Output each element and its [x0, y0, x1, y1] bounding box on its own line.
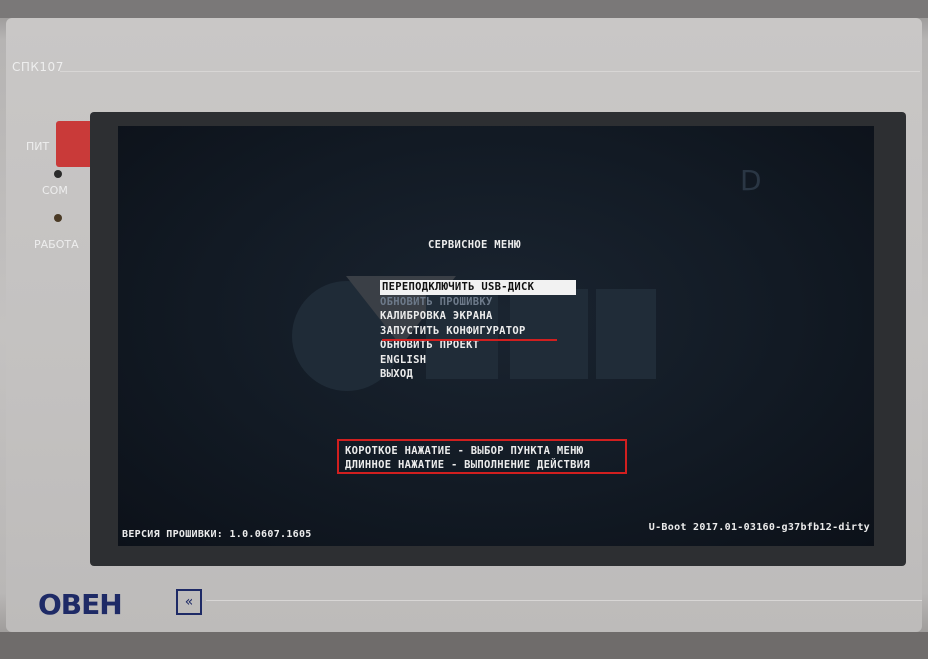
firmware-version: ВЕРСИЯ ПРОШИВКИ: 1.0.0607.1605 [122, 529, 312, 540]
com-led [54, 170, 62, 178]
photo-top-edge [0, 0, 928, 18]
touch-screen[interactable]: D СЕРВИСНОЕ МЕНЮ ПЕРЕПОДКЛЮЧИТЬ USB-ДИСК… [118, 126, 874, 546]
model-label: СПК107 [12, 60, 64, 74]
background-glyph: D [740, 164, 762, 197]
service-menu-list: ПЕРЕПОДКЛЮЧИТЬ USB-ДИСК ОБНОВИТЬ ПРОШИВК… [380, 280, 576, 382]
menu-item-update-firmware[interactable]: ОБНОВИТЬ ПРОШИВКУ [380, 295, 576, 310]
panel-divider-top [60, 71, 920, 72]
menu-item-english[interactable]: ENGLISH [380, 353, 576, 368]
highlight-underline [382, 339, 557, 341]
hint-long-press: ДЛИННОЕ НАЖАТИЕ - ВЫПОЛНЕНИЕ ДЕЙСТВИЯ [345, 459, 590, 471]
service-menu-title: СЕРВИСНОЕ МЕНЮ [428, 239, 521, 251]
background-logo-block [596, 289, 656, 379]
menu-item-exit[interactable]: ВЫХОД [380, 367, 576, 382]
chevron-left-icon: « [176, 589, 202, 615]
panel-divider-bottom [206, 600, 922, 601]
instructions-box: КОРОТКОЕ НАЖАТИЕ - ВЫБОР ПУНКТА МЕНЮ ДЛИ… [337, 439, 627, 474]
work-label: РАБОТА [34, 238, 79, 251]
photo-bottom-edge [0, 632, 928, 659]
com-label: COM [42, 184, 68, 197]
hint-short-press: КОРОТКОЕ НАЖАТИЕ - ВЫБОР ПУНКТА МЕНЮ [345, 445, 584, 457]
work-led [54, 214, 62, 222]
menu-item-calibrate-screen[interactable]: КАЛИБРОВКА ЭКРАНА [380, 309, 576, 324]
power-label: ПИТ [26, 140, 50, 153]
menu-item-run-configurator[interactable]: ЗАПУСТИТЬ КОНФИГУРАТОР [380, 324, 576, 339]
uboot-version: U-Boot 2017.01-03160-g37bfb12-dirty [648, 522, 870, 533]
brand-logo: ОВЕН [38, 588, 123, 621]
menu-item-reconnect-usb[interactable]: ПЕРЕПОДКЛЮЧИТЬ USB-ДИСК [380, 280, 576, 295]
